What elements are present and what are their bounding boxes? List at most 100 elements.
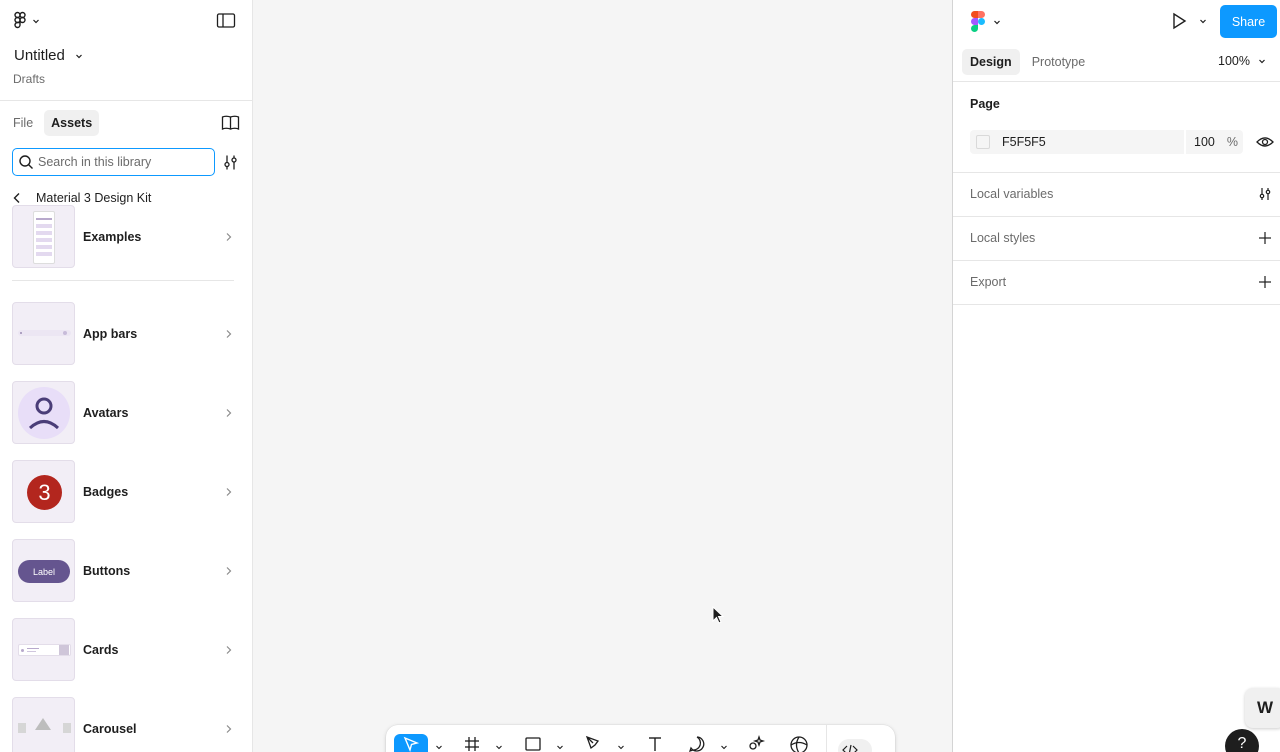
chevron-down-icon[interactable] — [1199, 17, 1207, 25]
search-field[interactable] — [12, 148, 215, 176]
color-swatch[interactable] — [976, 135, 990, 149]
left-panel: Untitled Drafts File Assets Material 3 D… — [0, 0, 253, 752]
figma-logo-icon — [14, 11, 26, 29]
carousel-thumbnail — [12, 697, 75, 752]
page-opacity-field[interactable]: 100 % — [1186, 130, 1243, 154]
share-button[interactable]: Share — [1220, 5, 1277, 38]
asset-label: Avatars — [83, 405, 129, 420]
button-sample-label: Label — [18, 560, 70, 583]
comment-bubble-icon — [688, 736, 705, 752]
figma-color-logo-icon — [971, 11, 985, 32]
tab-prototype[interactable]: Prototype — [1024, 49, 1094, 75]
asset-label: Carousel — [83, 721, 137, 736]
present-button[interactable] — [1171, 12, 1207, 30]
zoom-value: 100% — [1218, 54, 1250, 68]
file-location[interactable]: Drafts — [13, 72, 45, 86]
asset-label: Cards — [83, 642, 119, 657]
frame-tool[interactable] — [455, 734, 489, 752]
adjust-icon[interactable] — [1258, 187, 1272, 201]
asset-item-carousel[interactable]: Carousel — [12, 697, 240, 752]
toolbar-divider — [826, 725, 827, 752]
chevron-right-icon — [226, 232, 232, 241]
asset-item-buttons[interactable]: Label Buttons — [12, 539, 240, 602]
actions-sparkle-icon — [749, 734, 766, 750]
pen-tool[interactable] — [577, 734, 611, 752]
text-tool[interactable] — [638, 734, 672, 752]
avatar-person-thumbnail — [12, 381, 75, 444]
move-tool[interactable] — [394, 734, 428, 752]
plus-icon[interactable] — [1258, 231, 1272, 245]
page-fill-row: F5F5F5 100 % — [970, 130, 1274, 154]
file-title-text[interactable]: Untitled — [14, 47, 65, 64]
eye-visibility-icon[interactable] — [1256, 135, 1274, 149]
main-menu-button[interactable] — [12, 10, 40, 32]
comment-tool[interactable] — [680, 734, 714, 752]
asset-item-cards[interactable]: Cards — [12, 618, 240, 681]
sidebar-toggle-icon[interactable] — [216, 12, 236, 30]
devmode-tool[interactable] — [838, 734, 872, 752]
local-styles-section[interactable]: Local styles — [953, 217, 1280, 261]
chevron-right-icon — [226, 566, 232, 575]
devmode-toggle[interactable] — [838, 739, 872, 752]
page-color-hex[interactable]: F5F5F5 — [1002, 135, 1046, 149]
right-tabs: Design Prototype 100% — [953, 42, 1280, 82]
figma-menu-button[interactable] — [971, 11, 1001, 32]
right-panel-header: Share — [953, 0, 1280, 42]
chevron-right-icon — [226, 329, 232, 338]
file-header: Untitled Drafts — [0, 0, 252, 101]
badge-thumbnail: 3 — [12, 460, 75, 523]
chevron-right-icon — [226, 487, 232, 496]
actions-tool[interactable] — [740, 734, 774, 752]
search-input[interactable] — [38, 155, 208, 169]
chevron-down-icon — [994, 20, 1000, 24]
tab-file[interactable]: File — [6, 110, 40, 136]
chevron-down-icon[interactable] — [617, 743, 625, 751]
chevron-down-icon — [75, 54, 82, 58]
code-brackets-icon — [842, 744, 858, 752]
cards-thumbnail — [12, 618, 75, 681]
library-book-icon[interactable] — [221, 114, 240, 131]
file-title[interactable]: Untitled — [14, 47, 83, 64]
canvas[interactable] — [253, 0, 952, 752]
rectangle-icon — [525, 737, 541, 751]
chevron-down-icon[interactable] — [495, 743, 503, 751]
page-opacity-value[interactable]: 100 — [1194, 135, 1215, 149]
asset-item-app-bars[interactable]: App bars — [12, 302, 240, 365]
tab-design[interactable]: Design — [962, 48, 1020, 75]
app-bars-thumbnail — [12, 302, 75, 365]
asset-label: App bars — [83, 326, 138, 341]
asset-item-examples[interactable]: Examples — [12, 205, 240, 268]
local-variables-section[interactable]: Local variables — [953, 173, 1280, 217]
chevron-down-icon[interactable] — [435, 743, 443, 751]
tab-assets[interactable]: Assets — [44, 110, 100, 136]
chevron-left-icon[interactable] — [12, 192, 22, 204]
rectangle-tool[interactable] — [516, 734, 550, 752]
frame-hash-icon — [465, 737, 479, 751]
move-arrow-icon — [403, 736, 420, 752]
page-section-title: Page — [970, 97, 1000, 111]
chevron-down-icon[interactable] — [720, 743, 728, 751]
library-name: Material 3 Design Kit — [36, 191, 152, 205]
chevron-right-icon — [226, 645, 232, 654]
badge-count: 3 — [27, 475, 62, 510]
plus-icon[interactable] — [1258, 275, 1272, 289]
page-color-field[interactable]: F5F5F5 — [970, 130, 1184, 154]
chevron-down-icon[interactable] — [556, 743, 564, 751]
mouse-cursor-icon — [712, 606, 725, 624]
asset-item-avatars[interactable]: Avatars — [12, 381, 240, 444]
page-section: Page F5F5F5 100 % — [953, 82, 1280, 173]
w-extension-badge[interactable]: W — [1245, 688, 1280, 728]
asset-label: Buttons — [83, 563, 131, 578]
right-panel: Share Design Prototype 100% Page F5F5F5 … — [952, 0, 1280, 752]
asset-item-badges[interactable]: 3 Badges — [12, 460, 240, 523]
filter-sliders-icon[interactable] — [222, 154, 239, 171]
asset-label: Examples — [83, 229, 142, 244]
chevron-down-icon — [1259, 59, 1265, 64]
examples-thumbnail — [12, 205, 75, 268]
opacity-unit: % — [1226, 135, 1238, 149]
zoom-dropdown[interactable]: 100% — [1218, 54, 1266, 68]
left-tabs: File Assets — [0, 101, 252, 145]
devmode-globe-tool[interactable] — [782, 734, 816, 752]
text-t-icon — [649, 737, 661, 751]
export-section[interactable]: Export — [953, 261, 1280, 305]
